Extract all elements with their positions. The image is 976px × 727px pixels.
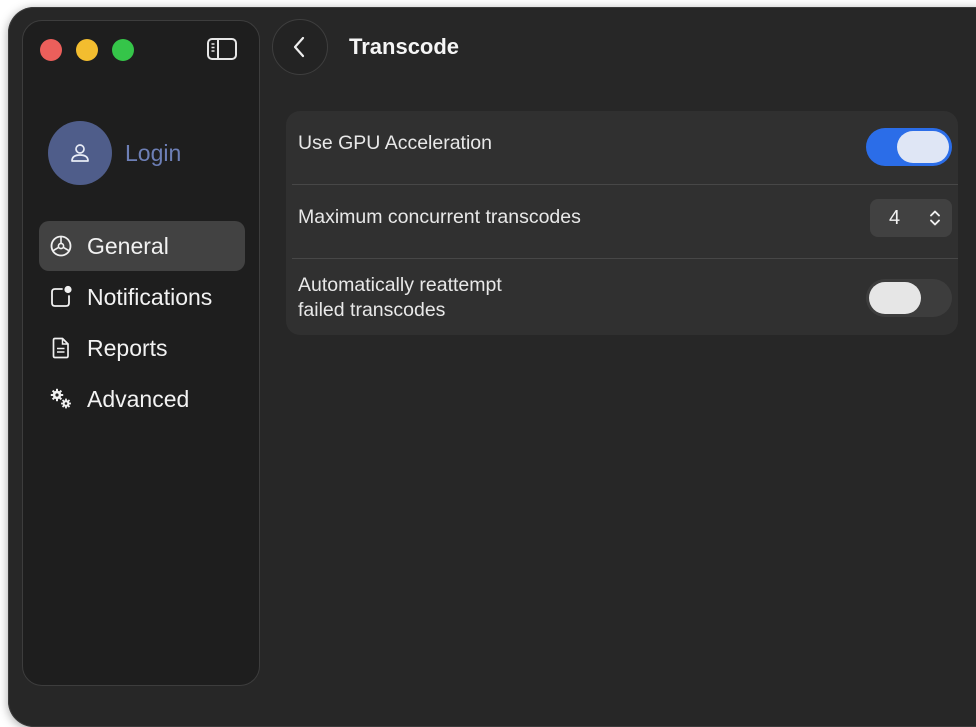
reattempt-label-line2: failed transcodes	[298, 299, 446, 321]
gears-icon	[49, 387, 73, 411]
sidebar-item-label: Reports	[87, 334, 168, 361]
gear-icon	[49, 234, 73, 258]
page-title: Transcode	[349, 34, 460, 59]
close-window-button[interactable]	[40, 39, 62, 61]
minimize-window-button[interactable]	[76, 39, 98, 61]
sidebar-item-general[interactable]: General	[39, 221, 245, 271]
reattempt-toggle[interactable]	[866, 279, 952, 317]
sidebar-toggle-icon[interactable]	[207, 38, 237, 60]
toggle-knob	[897, 131, 949, 163]
zoom-window-button[interactable]	[112, 39, 134, 61]
login-button[interactable]: Login	[48, 121, 181, 185]
setting-row-concurrent: Maximum concurrent transcodes	[286, 185, 958, 258]
avatar	[48, 121, 112, 185]
settings-card: Use GPU Acceleration Maximum concurrent …	[286, 111, 958, 335]
sidebar-item-notifications[interactable]: Notifications	[39, 272, 245, 322]
back-button[interactable]	[272, 19, 328, 75]
up-down-chevron-icon	[930, 210, 940, 226]
max-concurrent-stepper[interactable]: 4	[870, 199, 952, 237]
toggle-knob	[869, 282, 921, 314]
reattempt-label: Automatically reattempt failed transcode…	[298, 273, 502, 323]
max-concurrent-label: Maximum concurrent transcodes	[298, 206, 581, 228]
gpu-acceleration-label: Use GPU Acceleration	[298, 132, 493, 154]
setting-row-reattempt: Automatically reattempt failed transcode…	[286, 259, 958, 335]
document-icon	[49, 336, 73, 360]
sidebar-item-advanced[interactable]: Advanced	[39, 374, 245, 424]
notification-badge-icon	[49, 285, 73, 309]
sidebar-item-label: Advanced	[87, 385, 190, 412]
gpu-acceleration-toggle[interactable]	[866, 128, 952, 166]
reattempt-label-line1: Automatically reattempt	[298, 274, 502, 296]
sidebar-item-label: Notifications	[87, 283, 213, 310]
sidebar-item-label: General	[87, 232, 169, 259]
person-icon	[71, 144, 89, 162]
sidebar-nav: General Notifications Reports Advanced	[39, 221, 245, 425]
chevron-left-icon	[293, 36, 305, 58]
login-label: Login	[125, 139, 182, 166]
settings-window: Login General Notifications Reports Adva…	[8, 7, 976, 727]
setting-row-gpu: Use GPU Acceleration	[286, 111, 958, 184]
stepper-value: 4	[889, 207, 901, 229]
sidebar: Login General Notifications Reports Adva…	[22, 20, 260, 686]
sidebar-item-reports[interactable]: Reports	[39, 323, 245, 373]
